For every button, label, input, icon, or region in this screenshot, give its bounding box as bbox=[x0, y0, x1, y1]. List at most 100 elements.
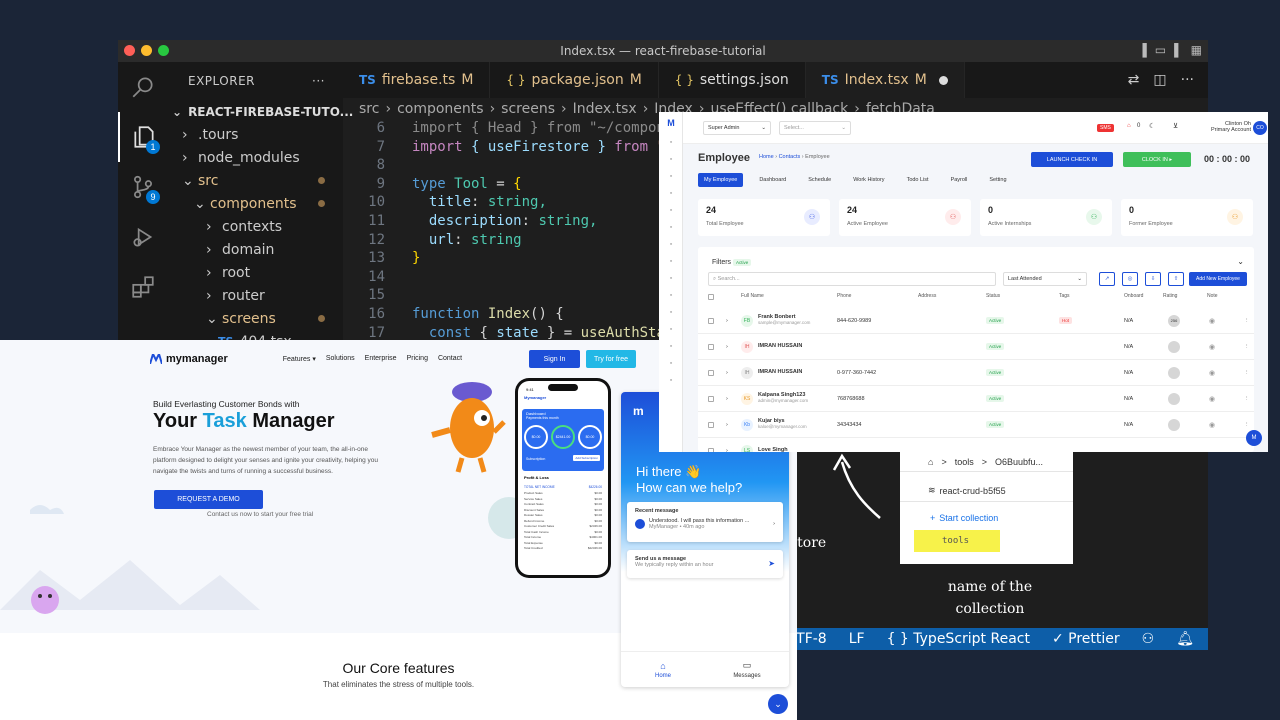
upload-icon[interactable]: ⇧ bbox=[1168, 272, 1184, 286]
more-options-icon[interactable]: ⋮ bbox=[1244, 370, 1250, 376]
chevron-right-icon[interactable]: › bbox=[726, 422, 728, 428]
unsaved-dot[interactable] bbox=[938, 75, 948, 85]
cart-icon[interactable]: ⊻ bbox=[1173, 122, 1178, 130]
toggle-sidebar-icon[interactable]: ▐ bbox=[1138, 43, 1147, 57]
source-control-icon[interactable]: 9 bbox=[118, 162, 168, 212]
compare-changes-icon[interactable]: ⇄ bbox=[1128, 72, 1140, 88]
collection-id-field[interactable]: tools bbox=[914, 530, 1000, 552]
subtab-setting[interactable]: Setting bbox=[983, 173, 1012, 187]
search-icon[interactable] bbox=[118, 62, 168, 112]
chevron-right-icon[interactable]: › bbox=[726, 318, 728, 324]
chevron-right-icon[interactable]: › bbox=[726, 396, 728, 402]
employee-name[interactable]: IMRAN HUSSAIN bbox=[758, 343, 802, 349]
app-logo-icon[interactable]: M bbox=[659, 112, 683, 134]
tree-item-components[interactable]: ⌄ components bbox=[168, 192, 343, 215]
select-all-checkbox[interactable] bbox=[708, 294, 714, 300]
clock-in-button[interactable]: CLOCK IN ▸ bbox=[1123, 152, 1191, 167]
tree-item--tours[interactable]: › .tours bbox=[168, 123, 343, 146]
nav-link[interactable]: Enterprise bbox=[365, 355, 397, 363]
bell-icon[interactable]: 🔔︎ bbox=[1176, 631, 1194, 647]
status-item[interactable]: { } TypeScript React bbox=[887, 631, 1030, 647]
view-note-icon[interactable]: ◉ bbox=[1209, 421, 1215, 429]
chevron-right-icon[interactable]: › bbox=[726, 370, 728, 376]
tree-item-root[interactable]: › root bbox=[168, 261, 343, 284]
view-note-icon[interactable]: ◉ bbox=[1209, 395, 1215, 403]
chevron-right-icon[interactable]: › bbox=[726, 344, 728, 350]
tag-badge[interactable]: Hot bbox=[1059, 317, 1073, 324]
subtab-my-employee[interactable]: My Employee bbox=[698, 173, 744, 187]
row-checkbox[interactable] bbox=[708, 421, 714, 428]
chevron-down-icon[interactable]: ⌄ bbox=[1237, 257, 1244, 266]
tree-item-src[interactable]: ⌄ src bbox=[168, 169, 343, 192]
tab-index-tsx[interactable]: TS Index.tsx M bbox=[805, 62, 965, 98]
more-options-icon[interactable]: ⋮ bbox=[1244, 422, 1250, 428]
breadcrumb-item[interactable]: components bbox=[397, 101, 484, 117]
table-row[interactable]: › LS Love Singh bbox=[698, 438, 1254, 452]
send-message-card[interactable]: Send us a message We typically reply wit… bbox=[627, 550, 783, 578]
breadcrumb-item[interactable]: src bbox=[359, 101, 379, 117]
view-note-icon[interactable]: ◉ bbox=[1209, 343, 1215, 351]
employee-name[interactable]: Love Singh bbox=[758, 447, 788, 452]
more-actions-icon[interactable]: ··· bbox=[312, 74, 325, 88]
settings-icon[interactable]: ▫ bbox=[659, 338, 683, 355]
customize-layout-icon[interactable]: ▦ bbox=[1191, 43, 1202, 57]
chevron-right-icon[interactable]: › bbox=[726, 448, 728, 453]
status-item[interactable]: LF bbox=[849, 631, 865, 647]
tab-package-json[interactable]: { } package.json M bbox=[490, 62, 659, 98]
calendar-icon[interactable]: ▫ bbox=[659, 202, 683, 219]
employee-name[interactable]: IMRAN HUSSAIN bbox=[758, 369, 802, 375]
recent-message-card[interactable]: Recent message Understood. I will pass t… bbox=[627, 502, 783, 542]
subtab-work-history[interactable]: Work History bbox=[847, 173, 890, 187]
launch-checkin-button[interactable]: LAUNCH CHECK IN bbox=[1031, 152, 1113, 167]
download-icon[interactable]: ⇩ bbox=[1145, 272, 1161, 286]
chart-icon[interactable]: ▫ bbox=[659, 287, 683, 304]
megaphone-icon[interactable]: ▫ bbox=[659, 236, 683, 253]
view-note-icon[interactable]: ◉ bbox=[1209, 369, 1215, 377]
tree-item-router[interactable]: › router bbox=[168, 284, 343, 307]
clock-icon[interactable]: ▫ bbox=[659, 253, 683, 270]
sms-badge[interactable]: SMS bbox=[1097, 124, 1114, 132]
row-checkbox[interactable] bbox=[708, 343, 714, 350]
tab-firebase-ts[interactable]: TS firebase.ts M bbox=[343, 62, 491, 98]
nav-link[interactable]: Pricing bbox=[407, 355, 428, 363]
breadcrumb-item[interactable]: Index.tsx bbox=[573, 101, 637, 117]
column-header[interactable]: Tags bbox=[1059, 293, 1070, 299]
column-header[interactable]: Status bbox=[986, 293, 1000, 299]
run-debug-icon[interactable] bbox=[118, 212, 168, 262]
users-icon[interactable]: ▫ bbox=[659, 151, 683, 168]
subtab-payroll[interactable]: Payroll bbox=[945, 173, 974, 187]
tree-item-contexts[interactable]: › contexts bbox=[168, 215, 343, 238]
nav-link[interactable]: Contact bbox=[438, 355, 462, 363]
table-row[interactable]: › IH IMRAN HUSSAIN Active N/A ◉ ⋮ bbox=[698, 334, 1254, 360]
chat-icon[interactable]: ▫ bbox=[659, 304, 683, 321]
row-checkbox[interactable] bbox=[708, 395, 714, 402]
moon-icon[interactable]: ☾ bbox=[1149, 122, 1155, 130]
tree-item-node-modules[interactable]: › node_modules bbox=[168, 146, 343, 169]
subtab-dashboard[interactable]: Dashboard bbox=[753, 173, 792, 187]
sort-select[interactable]: Last Attended ⌄ bbox=[1003, 272, 1087, 286]
project-root[interactable]: ⌄ REACT-FIREBASE-TUTO... bbox=[168, 100, 353, 123]
row-checkbox[interactable] bbox=[708, 447, 714, 452]
table-row[interactable]: › IH IMRAN HUSSAIN 0-977-360-7442 Active N/A ◉… bbox=[698, 360, 1254, 386]
subtab-todo-list[interactable]: Todo List bbox=[901, 173, 935, 187]
more-options-icon[interactable]: ⋮ bbox=[1244, 318, 1250, 324]
crumb-tools[interactable]: tools bbox=[955, 457, 974, 467]
mymanager-logo[interactable]: mymanager bbox=[150, 353, 228, 365]
start-collection-button[interactable]: + Start collection bbox=[900, 508, 1073, 528]
billing-icon[interactable]: ▫ bbox=[659, 355, 683, 372]
nav-link[interactable]: Features ▾ bbox=[283, 355, 316, 363]
sign-in-button[interactable]: Sign In bbox=[529, 350, 580, 368]
home-icon[interactable]: ⌂ bbox=[928, 457, 933, 467]
explorer-icon[interactable]: 1 bbox=[118, 112, 168, 162]
avatar[interactable]: CO bbox=[1253, 121, 1267, 135]
add-employee-button[interactable]: Add New Employee bbox=[1189, 272, 1247, 286]
chart-icon[interactable]: ↗ bbox=[1099, 272, 1115, 286]
crumb-document[interactable]: O6Buubfu... bbox=[995, 457, 1043, 467]
help-icon[interactable]: M bbox=[1246, 430, 1262, 446]
notification-icon[interactable]: ⌂ bbox=[1127, 123, 1131, 129]
nav-link[interactable]: Solutions bbox=[326, 355, 355, 363]
status-item[interactable]: ✓ Prettier bbox=[1052, 631, 1120, 647]
shop-icon[interactable]: ▫ bbox=[659, 321, 683, 338]
column-header[interactable]: Address bbox=[918, 293, 936, 299]
breadcrumb-item[interactable]: screens bbox=[501, 101, 555, 117]
